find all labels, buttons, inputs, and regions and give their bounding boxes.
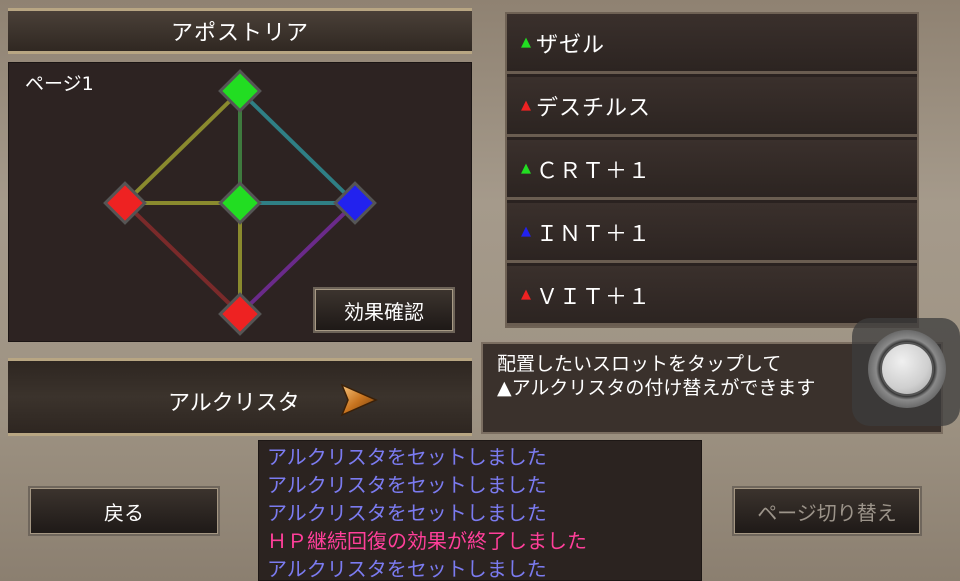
log-line: アルクリスタをセットしました [267, 501, 547, 525]
slot-label: ＶＩＴ＋１ [536, 284, 652, 310]
slot-label: ＩＮＴ＋１ [536, 221, 652, 247]
page-switch-button[interactable]: ページ切り替え [732, 486, 922, 536]
play-arrow-icon[interactable] [338, 383, 378, 417]
slot-item-3[interactable]: ▲ ＣＲＴ＋１ [507, 140, 917, 200]
crysta-board: ページ1 効果確認 [8, 62, 472, 342]
joystick-knob[interactable] [880, 342, 934, 396]
back-button-label: 戻る [104, 500, 144, 525]
log-line: ＨＰ継続回復の効果が終了しました [267, 529, 587, 553]
back-button[interactable]: 戻る [28, 486, 220, 536]
log-line: アルクリスタをセットしました [267, 557, 547, 581]
link-top-left [123, 89, 242, 205]
triangle-marker-icon: ▲ [521, 224, 532, 239]
triangle-marker-icon: ▲ [521, 98, 532, 113]
slot-label: ザゼル [536, 32, 606, 58]
page-switch-label: ページ切り替え [757, 500, 897, 525]
log-line: アルクリスタをセットしました [267, 473, 547, 497]
page-title: アポストリア [170, 21, 309, 46]
link-top-right [238, 89, 357, 205]
crysta-label: アルクリスタ [168, 391, 300, 416]
slot-item-2[interactable]: ▲ デスチルス [507, 77, 917, 137]
slot-label: デスチルス [536, 95, 652, 121]
slot-node-center[interactable] [218, 181, 262, 225]
triangle-marker-icon: ▲ [521, 161, 532, 176]
message-log: アルクリスタをセットしました アルクリスタをセットしました アルクリスタをセット… [258, 440, 702, 581]
slot-item-1[interactable]: ▲ ザゼル [507, 14, 917, 74]
effect-check-button[interactable]: 効果確認 [313, 287, 455, 333]
log-line: アルクリスタをセットしました [267, 445, 547, 469]
slot-list: ▲ ザゼル ▲ デスチルス ▲ ＣＲＴ＋１ ▲ ＩＮＴ＋１ ▲ ＶＩＴ＋１ [505, 12, 919, 328]
effect-check-label: 効果確認 [344, 299, 424, 324]
link-left-bottom [123, 201, 242, 316]
joystick-ring [868, 330, 946, 408]
triangle-marker-icon: ▲ [521, 287, 532, 302]
slot-item-5[interactable]: ▲ ＶＩＴ＋１ [507, 266, 917, 326]
title-bar: アポストリア [8, 8, 472, 54]
crysta-selector[interactable]: アルクリスタ [8, 358, 472, 436]
triangle-marker-icon: ▲ [521, 35, 532, 50]
virtual-joystick[interactable] [852, 318, 960, 426]
slot-label: ＣＲＴ＋１ [536, 158, 652, 184]
slot-item-4[interactable]: ▲ ＩＮＴ＋１ [507, 203, 917, 263]
